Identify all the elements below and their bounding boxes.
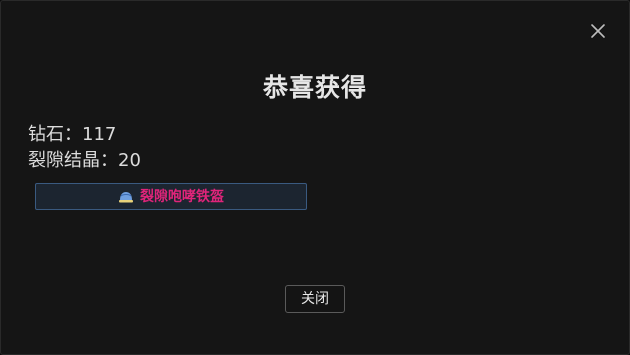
reward-rift-crystal: 裂隙结晶：20 [28, 150, 141, 171]
reward-diamonds: 钻石：117 [28, 124, 117, 145]
close-button[interactable]: 关闭 [285, 285, 345, 313]
reward-dialog: 恭喜获得 钻石：117 裂隙结晶：20 裂隙咆哮铁盔 关闭 [0, 0, 630, 355]
close-icon[interactable] [587, 20, 609, 42]
reward-list: 钻石：117 裂隙结晶：20 [28, 122, 141, 174]
helmet-icon [118, 190, 134, 204]
dialog-title: 恭喜获得 [262, 73, 367, 102]
reward-item-name: 裂隙咆哮铁盔 [140, 188, 224, 205]
reward-item-card[interactable]: 裂隙咆哮铁盔 [35, 183, 307, 210]
